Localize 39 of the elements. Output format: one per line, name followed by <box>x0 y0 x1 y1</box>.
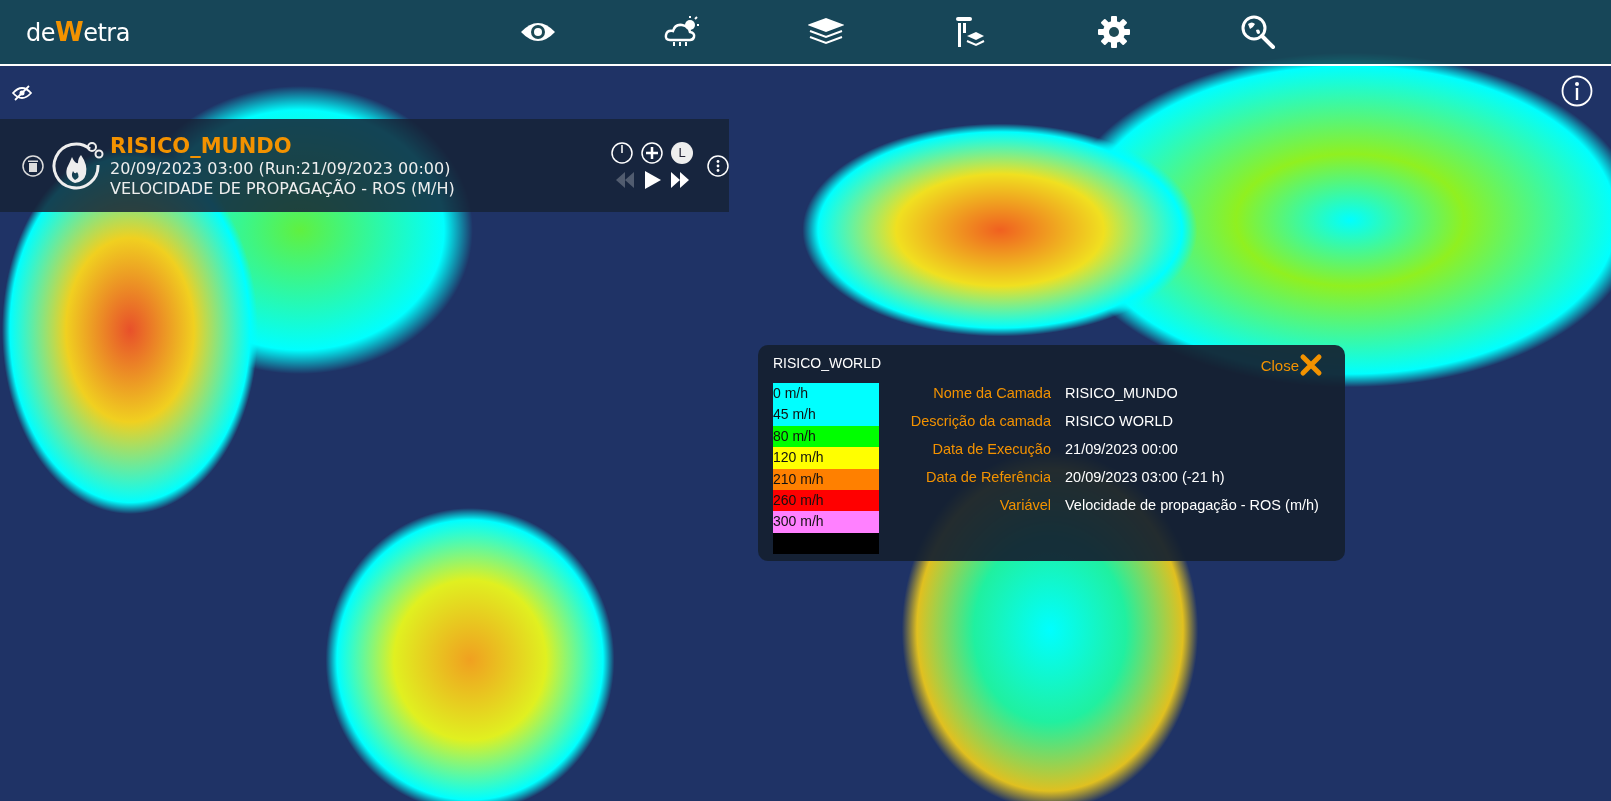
app-logo: deWetra <box>26 17 131 47</box>
legend-entry: 300 m/h <box>773 511 879 533</box>
field-value: 20/09/2023 03:00 (-21 h) <box>1065 469 1226 485</box>
eye-icon <box>520 20 556 44</box>
field-label: Nome da Camada <box>932 385 1051 401</box>
layers-icon <box>808 17 844 47</box>
field-label: Variável <box>998 497 1051 513</box>
trash-icon[interactable] <box>22 154 44 177</box>
field-value: Velocidade de propagação - ROS (m/h) <box>1065 497 1319 513</box>
layer-variable: VELOCIDADE DE PROPAGAÇÃO - ROS (M/H) <box>110 178 456 198</box>
more-options-button[interactable] <box>707 154 729 177</box>
info-icon[interactable] <box>1561 75 1593 107</box>
legend-entry: 0 m/h <box>773 383 879 405</box>
play-button[interactable] <box>642 169 662 190</box>
legend-entry: 210 m/h <box>773 468 879 490</box>
legend-title: RISICO_WORLD <box>773 355 881 371</box>
fast-forward-button[interactable] <box>670 169 690 190</box>
legend-entry: 120 m/h <box>773 447 879 469</box>
field-label: Descrição da camada <box>909 413 1051 429</box>
globe-search-icon <box>1240 14 1276 50</box>
legend-entry: 260 m/h <box>773 489 879 512</box>
legend-entry: 80 m/h <box>773 425 879 448</box>
power-button[interactable] <box>611 141 633 164</box>
field-label: Data de Execução <box>931 441 1051 457</box>
field-value: 21/09/2023 00:00 <box>1065 441 1179 457</box>
layer-letter-button[interactable]: L <box>671 141 693 164</box>
layer-title: RISICO_MUNDO <box>110 133 293 158</box>
close-icon <box>1299 353 1323 377</box>
zoom-in-button[interactable] <box>641 141 663 164</box>
eye-slash-icon[interactable] <box>12 85 32 101</box>
layer-date: 20/09/2023 03:00 (Run:21/09/2023 00:00) <box>110 158 452 178</box>
settings-icon <box>1097 15 1131 49</box>
legend-entry: 45 m/h <box>773 404 879 426</box>
field-value: RISICO WORLD <box>1065 413 1174 429</box>
field-value: RISICO_MUNDO <box>1065 385 1179 401</box>
cloud-sun-icon <box>664 16 700 48</box>
field-label: Data de Referência <box>925 469 1051 485</box>
close-button[interactable]: Close <box>1260 353 1323 377</box>
column-layers-icon <box>955 16 985 48</box>
